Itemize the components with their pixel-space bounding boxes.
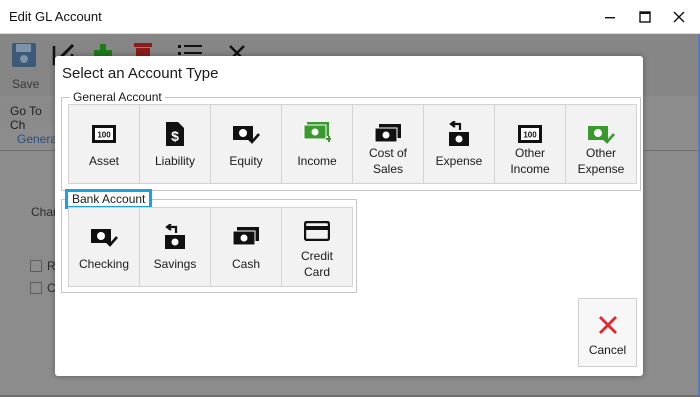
other-income-label: Other Income <box>497 145 563 177</box>
other-expense-label-line2: Expense <box>577 162 625 176</box>
equity-button[interactable]: Equity <box>210 104 282 184</box>
cash-button[interactable]: Cash <box>210 207 282 287</box>
liability-button[interactable]: $ Liability <box>139 104 211 184</box>
cost-of-sales-icon <box>374 121 402 147</box>
credit-card-icon <box>303 218 331 244</box>
expense-button[interactable]: Expense <box>423 104 495 184</box>
general-account-legend: General Account <box>70 90 165 104</box>
income-button[interactable]: Income <box>281 104 353 184</box>
bank-account-tiles: Checking Savings Cash Credit Card <box>68 207 353 287</box>
credit-card-label-line2: Card <box>303 265 330 279</box>
close-icon <box>673 11 685 23</box>
background-checkbox <box>30 282 42 294</box>
other-expense-icon <box>587 121 615 147</box>
cost-of-sales-label-line1: Cost of <box>368 146 407 160</box>
background-save-label: Save <box>12 77 40 91</box>
window-titlebar: Edit GL Account <box>0 0 700 34</box>
close-button[interactable] <box>666 4 692 30</box>
other-expense-label-line1: Other <box>585 146 616 160</box>
other-expense-label: Other Expense <box>568 145 634 177</box>
liability-icon: $ <box>161 121 189 147</box>
general-account-tiles: 100 Asset $ Liability Equity Income Cost… <box>68 104 637 184</box>
other-income-label-line1: Other <box>514 146 545 160</box>
cost-of-sales-label: Cost of Sales <box>355 145 421 177</box>
background-goto-label: Go To Ch <box>10 104 42 132</box>
cancel-label: Cancel <box>588 343 627 357</box>
background-field-label: Char <box>31 205 58 219</box>
other-income-label-line2: Income <box>510 162 550 176</box>
equity-label: Equity <box>229 154 263 168</box>
expense-icon <box>445 121 473 147</box>
other-income-icon: 100 <box>516 121 544 147</box>
maximize-button[interactable] <box>632 4 658 30</box>
asset-icon: 100 <box>90 121 118 147</box>
dialog-title: Select an Account Type <box>62 65 219 82</box>
cash-label: Cash <box>231 257 260 271</box>
maximize-icon <box>639 11 651 23</box>
cancel-button[interactable]: Cancel <box>578 298 637 367</box>
cost-of-sales-label-line2: Sales <box>372 162 404 176</box>
background-checkbox <box>30 260 42 272</box>
equity-icon <box>232 121 260 147</box>
account-type-dialog: Select an Account Type General Account 1… <box>55 56 643 376</box>
other-income-button[interactable]: 100 Other Income <box>494 104 566 184</box>
checking-label: Checking <box>78 257 130 271</box>
window-title: Edit GL Account <box>9 9 102 24</box>
svg-text:$: $ <box>171 128 179 144</box>
background-tab-general: Genera <box>17 132 58 146</box>
checking-button[interactable]: Checking <box>68 207 140 287</box>
cost-of-sales-button[interactable]: Cost of Sales <box>352 104 424 184</box>
checking-icon <box>90 224 118 250</box>
asset-button[interactable]: 100 Asset <box>68 104 140 184</box>
income-icon <box>303 121 331 147</box>
save-icon <box>12 43 36 67</box>
cash-icon <box>232 224 260 250</box>
svg-text:100: 100 <box>97 131 111 140</box>
liability-label: Liability <box>154 154 196 168</box>
background-goto: Go To Ch <box>0 98 60 132</box>
asset-label: Asset <box>88 154 119 168</box>
bank-account-legend: Bank Account <box>64 189 153 209</box>
credit-card-label-line1: Credit <box>300 249 333 263</box>
credit-card-label: Credit Card <box>284 248 350 280</box>
savings-label: Savings <box>153 257 197 271</box>
income-label: Income <box>297 154 337 168</box>
expense-label: Expense <box>435 154 483 168</box>
minimize-icon <box>605 17 615 19</box>
cancel-icon <box>599 316 617 334</box>
savings-button[interactable]: Savings <box>139 207 211 287</box>
savings-icon <box>161 224 189 250</box>
other-expense-button[interactable]: Other Expense <box>565 104 637 184</box>
svg-text:100: 100 <box>523 131 537 140</box>
minimize-button[interactable] <box>597 4 623 30</box>
credit-card-button[interactable]: Credit Card <box>281 207 353 287</box>
